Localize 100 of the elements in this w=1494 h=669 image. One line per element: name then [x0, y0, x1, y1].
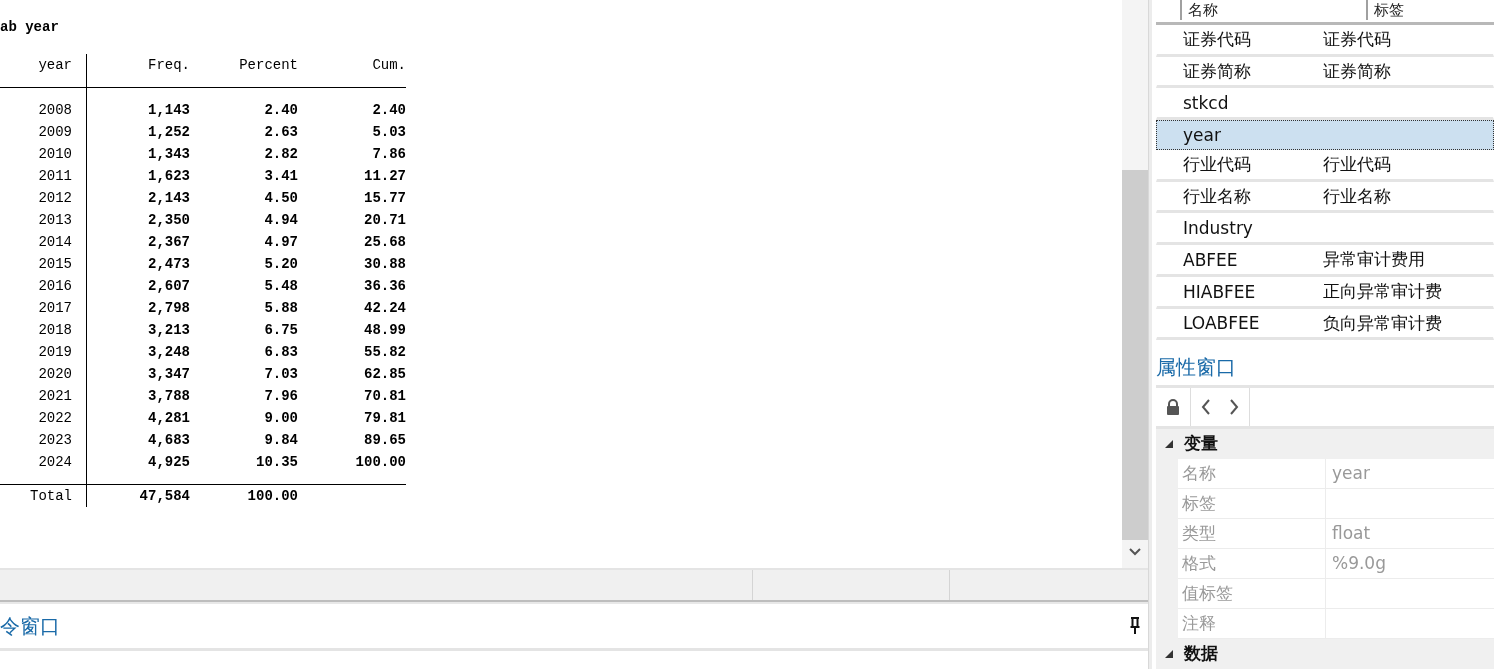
table-cell: 10.35 [256, 454, 298, 470]
table-cell: 5.03 [372, 124, 406, 140]
table-cell: 4,683 [148, 432, 190, 448]
table-cell: 1,252 [148, 124, 190, 140]
table-cell: 70.81 [364, 388, 406, 404]
table-cell: 7.96 [264, 388, 298, 404]
property-name: 值标签 [1178, 579, 1326, 608]
table-cell: 2,607 [148, 278, 190, 294]
table-cell: 2023 [38, 432, 72, 448]
total-cell: 100.00 [247, 488, 298, 504]
scroll-down-icon[interactable] [1129, 548, 1141, 556]
variable-name: 证券简称 [1182, 59, 1252, 83]
variable-name: 行业名称 [1182, 184, 1252, 208]
table-cell: 2024 [38, 454, 72, 470]
column-header: Percent [239, 57, 298, 73]
collapse-icon[interactable] [1164, 649, 1174, 659]
variable-name: stkcd [1182, 93, 1230, 114]
panel-title: 令窗口 [0, 612, 60, 640]
table-cell: 79.81 [364, 410, 406, 426]
table-cell: 2.40 [372, 102, 406, 118]
variable-name: HIABFEE [1182, 281, 1257, 302]
property-value: %9.0g [1331, 552, 1386, 576]
panel-title: 属性窗口 [1156, 354, 1236, 382]
command-line: ab year [0, 18, 59, 37]
table-cell: 48.99 [364, 322, 406, 338]
table-cell: 2014 [38, 234, 72, 250]
table-cell: 7.86 [372, 146, 406, 162]
property-name: 名称 [1178, 459, 1326, 488]
table-cell: 2012 [38, 190, 72, 206]
table-cell: 9.00 [264, 410, 298, 426]
table-cell: 4.97 [264, 234, 298, 250]
pin-icon[interactable] [1130, 617, 1140, 635]
table-cell: 36.36 [364, 278, 406, 294]
forward-icon[interactable] [1229, 399, 1239, 416]
table-cell: 2008 [38, 102, 72, 118]
property-name: 格式 [1178, 549, 1326, 578]
property-name: 注释 [1178, 609, 1326, 638]
table-cell: 2020 [38, 366, 72, 382]
variable-label: 行业名称 [1323, 184, 1391, 208]
variable-name: 证券代码 [1182, 28, 1252, 52]
column-header[interactable]: 名称 [1180, 0, 1366, 20]
variable-label: 证券代码 [1323, 28, 1391, 52]
back-icon[interactable] [1201, 399, 1211, 416]
table-cell: 2,143 [148, 190, 190, 206]
table-cell: 3,788 [148, 388, 190, 404]
table-cell: 2.63 [264, 124, 298, 140]
table-cell: 1,343 [148, 146, 190, 162]
section-title: 数据 [1184, 642, 1218, 666]
table-cell: 4.94 [264, 212, 298, 228]
table-cell: 55.82 [364, 344, 406, 360]
table-cell: 2016 [38, 278, 72, 294]
scroll-thumb[interactable] [1122, 170, 1148, 540]
table-cell: 5.88 [264, 300, 298, 316]
column-header: Cum. [372, 57, 406, 73]
variable-row[interactable]: year [1156, 120, 1494, 150]
table-cell: 6.75 [264, 322, 298, 338]
table-cell: 2018 [38, 322, 72, 338]
table-cell: 5.20 [264, 256, 298, 272]
variable-label: 负向异常审计费 [1323, 311, 1442, 335]
property-name: 标签 [1178, 489, 1326, 518]
table-cell: 2,367 [148, 234, 190, 250]
table-cell: 2010 [38, 146, 72, 162]
table-cell: 2,350 [148, 212, 190, 228]
section-title: 变量 [1184, 432, 1218, 456]
column-header[interactable]: 标签 [1366, 0, 1404, 20]
table-cell: 30.88 [364, 256, 406, 272]
table-cell: 2011 [38, 168, 72, 184]
table-cell: 100.00 [355, 454, 406, 470]
table-cell: 5.48 [264, 278, 298, 294]
table-cell: 9.84 [264, 432, 298, 448]
variable-name: 行业代码 [1182, 153, 1252, 177]
table-cell: 20.71 [364, 212, 406, 228]
table-cell: 1,143 [148, 102, 190, 118]
table-cell: 6.83 [264, 344, 298, 360]
table-cell: 2,473 [148, 256, 190, 272]
column-header: Freq. [148, 57, 190, 73]
table-cell: 2022 [38, 410, 72, 426]
table-cell: 2013 [38, 212, 72, 228]
table-cell: 2,798 [148, 300, 190, 316]
table-cell: 4,925 [148, 454, 190, 470]
property-name: 类型 [1178, 519, 1326, 548]
table-cell: 62.85 [364, 366, 406, 382]
property-value: year [1331, 462, 1370, 486]
table-cell: 4,281 [148, 410, 190, 426]
variable-name: LOABFEE [1182, 313, 1261, 334]
table-cell: 2.82 [264, 146, 298, 162]
table-cell: 7.03 [264, 366, 298, 382]
variable-label: 行业代码 [1323, 153, 1391, 177]
table-cell: 3.41 [264, 168, 298, 184]
table-cell: 2009 [38, 124, 72, 140]
total-label: Total [30, 488, 72, 504]
table-cell: 11.27 [364, 168, 406, 184]
variable-name: ABFEE [1182, 249, 1239, 270]
variable-label: 证券简称 [1323, 59, 1391, 83]
lock-icon[interactable] [1166, 399, 1180, 416]
variable-name: year [1182, 124, 1222, 145]
variable-name: Industry [1182, 218, 1254, 239]
table-cell: 2.40 [264, 102, 298, 118]
table-cell: 2015 [38, 256, 72, 272]
collapse-icon[interactable] [1164, 439, 1174, 449]
